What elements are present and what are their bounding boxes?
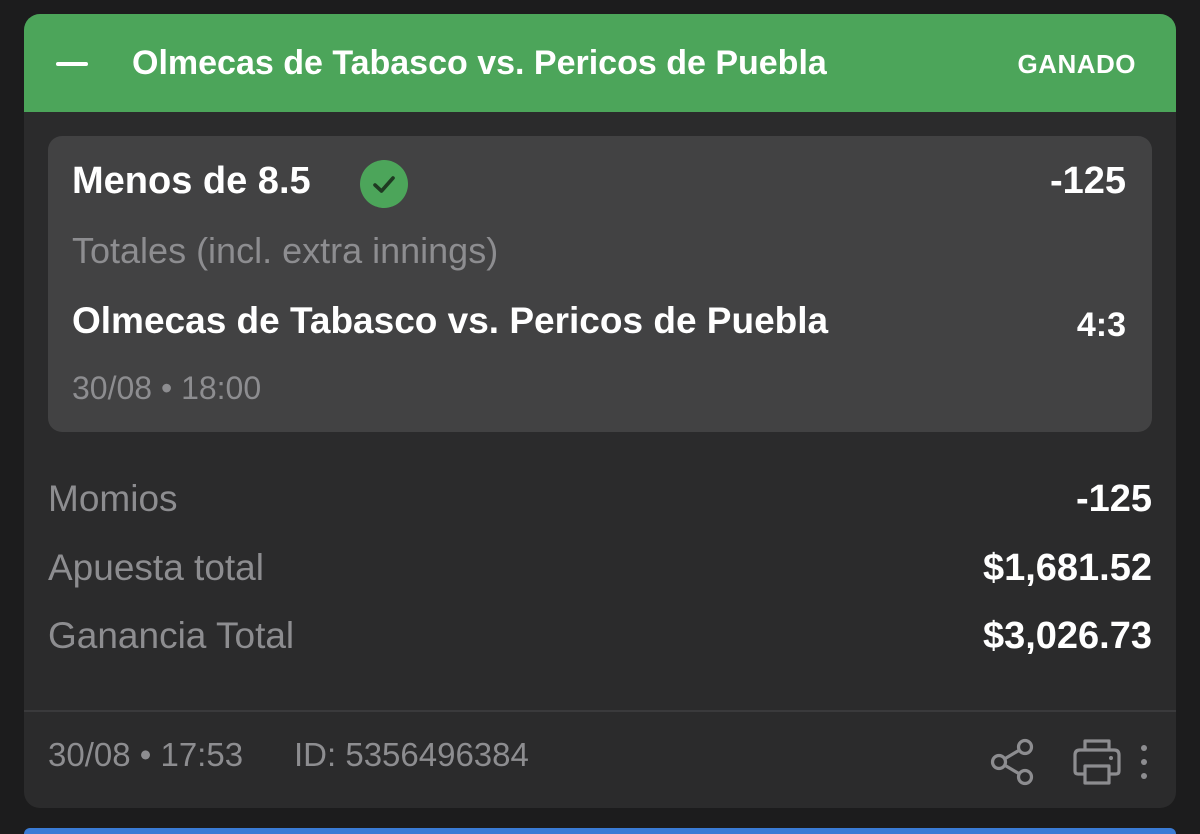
odds-row: Momios -125 [48, 478, 1152, 528]
selection-panel: Menos de 8.5 -125 Totales (incl. extra i… [48, 136, 1152, 432]
selection-odds: -125 [1049, 160, 1126, 202]
next-card-edge [24, 828, 1176, 834]
odds-label: Momios [48, 478, 178, 519]
stake-value: $1,681.52 [982, 547, 1152, 589]
bet-id: ID: 5356496384 [294, 736, 529, 773]
selection-score: 4:3 [1076, 306, 1126, 344]
selection-market: Totales (incl. extra innings) [72, 230, 499, 271]
bet-ticket-card: Olmecas de Tabasco vs. Pericos de Puebla… [24, 14, 1176, 808]
collapse-button[interactable] [52, 44, 92, 84]
odds-value: -125 [1075, 478, 1152, 520]
minus-icon [56, 62, 88, 66]
check-circle-icon [360, 160, 408, 208]
bet-header[interactable]: Olmecas de Tabasco vs. Pericos de Puebla… [24, 14, 1176, 112]
selection-datetime: 30/08 • 18:00 [72, 370, 262, 406]
footer-divider [24, 710, 1176, 712]
share-icon[interactable] [986, 736, 1038, 788]
bet-placed-datetime: 30/08 • 17:53 [48, 736, 244, 773]
selection-name: Menos de 8.5 [72, 160, 311, 202]
stake-label: Apuesta total [48, 547, 264, 588]
payout-row: Ganancia Total $3,026.73 [48, 615, 1152, 665]
bet-status-badge: GANADO [1017, 49, 1136, 79]
print-icon[interactable] [1070, 736, 1124, 788]
more-vertical-icon[interactable] [1132, 736, 1156, 788]
bet-event-title: Olmecas de Tabasco vs. Pericos de Puebla [132, 44, 827, 82]
selection-event: Olmecas de Tabasco vs. Pericos de Puebla [72, 300, 829, 341]
payout-value: $3,026.73 [982, 615, 1152, 657]
payout-label: Ganancia Total [48, 615, 295, 656]
stake-row: Apuesta total $1,681.52 [48, 547, 1152, 597]
